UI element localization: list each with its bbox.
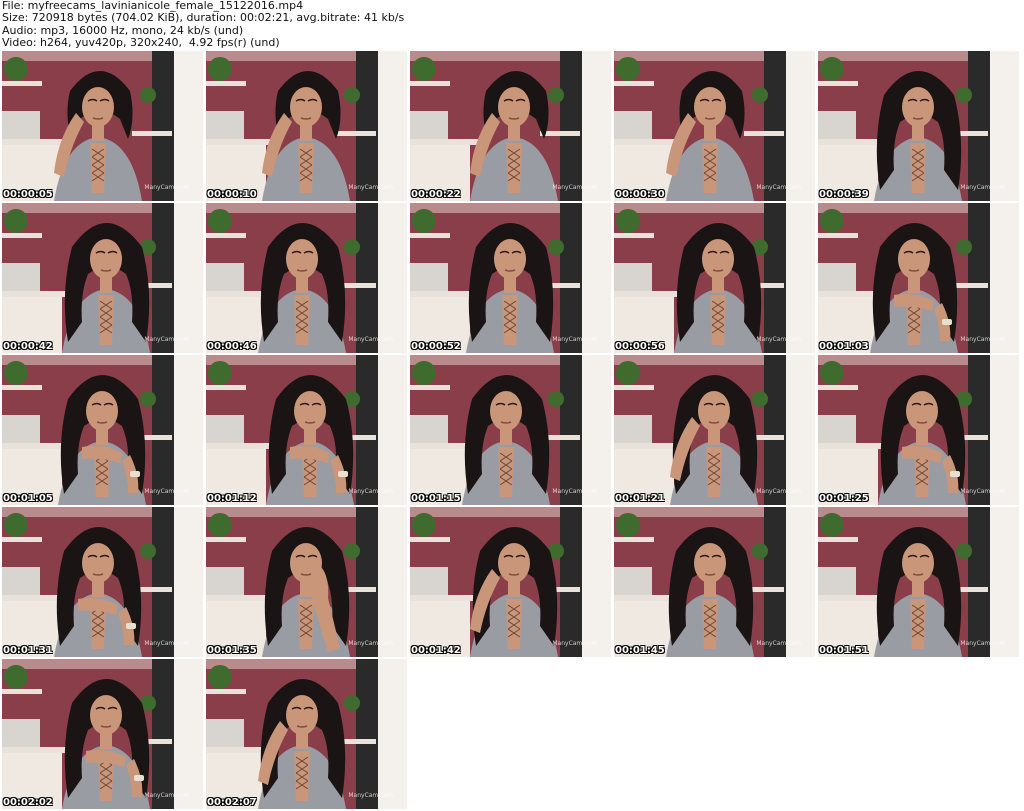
frame-timestamp: 00:00:46 bbox=[207, 341, 257, 352]
video-frame-thumbnail: ManyCam.com 00:01:03 bbox=[818, 203, 1019, 353]
watermark-text: ManyCam.com bbox=[144, 488, 189, 495]
frame-image bbox=[2, 51, 203, 201]
video-frame-thumbnail: ManyCam.com 00:00:22 bbox=[410, 51, 611, 201]
frame-timestamp: 00:02:02 bbox=[3, 797, 53, 808]
video-frame-thumbnail: ManyCam.com 00:01:35 bbox=[206, 507, 407, 657]
frame-image bbox=[206, 507, 407, 657]
frame-image bbox=[410, 51, 611, 201]
video-info-line: Video: h264, yuv420p, 320x240, 4.92 fps(… bbox=[2, 36, 280, 50]
frame-image bbox=[206, 659, 407, 809]
thumbnail-grid: ManyCam.com 00:00:05 ManyCam.com 00:00:1… bbox=[2, 51, 1022, 809]
watermark-text: ManyCam.com bbox=[756, 336, 801, 343]
video-frame-thumbnail: ManyCam.com 00:00:10 bbox=[206, 51, 407, 201]
video-frame-thumbnail: ManyCam.com 00:00:05 bbox=[2, 51, 203, 201]
watermark-text: ManyCam.com bbox=[756, 640, 801, 647]
video-frame-thumbnail: ManyCam.com 00:00:30 bbox=[614, 51, 815, 201]
video-frame-thumbnail: ManyCam.com 00:01:31 bbox=[2, 507, 203, 657]
video-frame-thumbnail: ManyCam.com 00:02:02 bbox=[2, 659, 203, 809]
video-frame-thumbnail: ManyCam.com 00:01:25 bbox=[818, 355, 1019, 505]
watermark-text: ManyCam.com bbox=[552, 488, 597, 495]
frame-timestamp: 00:01:15 bbox=[411, 493, 461, 504]
frame-image bbox=[2, 659, 203, 809]
frame-image bbox=[206, 355, 407, 505]
frame-timestamp: 00:01:45 bbox=[615, 645, 665, 656]
watermark-text: ManyCam.com bbox=[960, 488, 1005, 495]
frame-timestamp: 00:00:42 bbox=[3, 341, 53, 352]
watermark-text: ManyCam.com bbox=[960, 640, 1005, 647]
watermark-text: ManyCam.com bbox=[348, 336, 393, 343]
frame-image bbox=[2, 507, 203, 657]
frame-timestamp: 00:00:56 bbox=[615, 341, 665, 352]
frame-image bbox=[410, 507, 611, 657]
file-size-line: Size: 720918 bytes (704.02 KiB), duratio… bbox=[2, 11, 405, 25]
frame-timestamp: 00:00:30 bbox=[615, 189, 665, 200]
watermark-text: ManyCam.com bbox=[144, 792, 189, 799]
frame-timestamp: 00:01:51 bbox=[819, 645, 869, 656]
video-frame-thumbnail: ManyCam.com 00:00:52 bbox=[410, 203, 611, 353]
frame-timestamp: 00:01:21 bbox=[615, 493, 665, 504]
frame-timestamp: 00:01:42 bbox=[411, 645, 461, 656]
watermark-text: ManyCam.com bbox=[144, 184, 189, 191]
video-frame-thumbnail: ManyCam.com 00:00:39 bbox=[818, 51, 1019, 201]
watermark-text: ManyCam.com bbox=[552, 336, 597, 343]
frame-timestamp: 00:01:12 bbox=[207, 493, 257, 504]
watermark-text: ManyCam.com bbox=[552, 640, 597, 647]
frame-timestamp: 00:01:05 bbox=[3, 493, 53, 504]
video-frame-thumbnail: ManyCam.com 00:01:15 bbox=[410, 355, 611, 505]
frame-image bbox=[206, 51, 407, 201]
frame-timestamp: 00:01:25 bbox=[819, 493, 869, 504]
frame-image bbox=[410, 203, 611, 353]
frame-image bbox=[818, 355, 1019, 505]
file-info-header: File: myfreecams_lavinianicole_female_15… bbox=[2, 0, 404, 50]
frame-timestamp: 00:00:05 bbox=[3, 189, 53, 200]
watermark-text: ManyCam.com bbox=[756, 184, 801, 191]
watermark-text: ManyCam.com bbox=[552, 184, 597, 191]
video-frame-thumbnail: ManyCam.com 00:01:51 bbox=[818, 507, 1019, 657]
frame-image bbox=[614, 51, 815, 201]
video-frame-thumbnail: ManyCam.com 00:01:21 bbox=[614, 355, 815, 505]
video-frame-thumbnail: ManyCam.com 00:00:46 bbox=[206, 203, 407, 353]
frame-timestamp: 00:00:10 bbox=[207, 189, 257, 200]
frame-image bbox=[818, 203, 1019, 353]
watermark-text: ManyCam.com bbox=[756, 488, 801, 495]
frame-timestamp: 00:02:07 bbox=[207, 797, 257, 808]
video-frame-thumbnail: ManyCam.com 00:01:05 bbox=[2, 355, 203, 505]
watermark-text: ManyCam.com bbox=[348, 792, 393, 799]
video-frame-thumbnail: ManyCam.com 00:01:45 bbox=[614, 507, 815, 657]
frame-image bbox=[206, 203, 407, 353]
frame-timestamp: 00:00:52 bbox=[411, 341, 461, 352]
watermark-text: ManyCam.com bbox=[144, 640, 189, 647]
frame-image bbox=[614, 355, 815, 505]
video-frame-thumbnail: ManyCam.com 00:00:56 bbox=[614, 203, 815, 353]
frame-timestamp: 00:01:31 bbox=[3, 645, 53, 656]
video-frame-thumbnail: ManyCam.com 00:00:42 bbox=[2, 203, 203, 353]
frame-timestamp: 00:00:39 bbox=[819, 189, 869, 200]
frame-image bbox=[614, 203, 815, 353]
watermark-text: ManyCam.com bbox=[348, 184, 393, 191]
frame-image bbox=[2, 355, 203, 505]
frame-timestamp: 00:01:35 bbox=[207, 645, 257, 656]
watermark-text: ManyCam.com bbox=[960, 336, 1005, 343]
watermark-text: ManyCam.com bbox=[144, 336, 189, 343]
video-frame-thumbnail: ManyCam.com 00:02:07 bbox=[206, 659, 407, 809]
frame-image bbox=[818, 51, 1019, 201]
frame-image bbox=[818, 507, 1019, 657]
video-frame-thumbnail: ManyCam.com 00:01:42 bbox=[410, 507, 611, 657]
watermark-text: ManyCam.com bbox=[348, 488, 393, 495]
frame-timestamp: 00:01:03 bbox=[819, 341, 869, 352]
watermark-text: ManyCam.com bbox=[348, 640, 393, 647]
frame-image bbox=[2, 203, 203, 353]
frame-image bbox=[614, 507, 815, 657]
frame-timestamp: 00:00:22 bbox=[411, 189, 461, 200]
watermark-text: ManyCam.com bbox=[960, 184, 1005, 191]
video-frame-thumbnail: ManyCam.com 00:01:12 bbox=[206, 355, 407, 505]
frame-image bbox=[410, 355, 611, 505]
